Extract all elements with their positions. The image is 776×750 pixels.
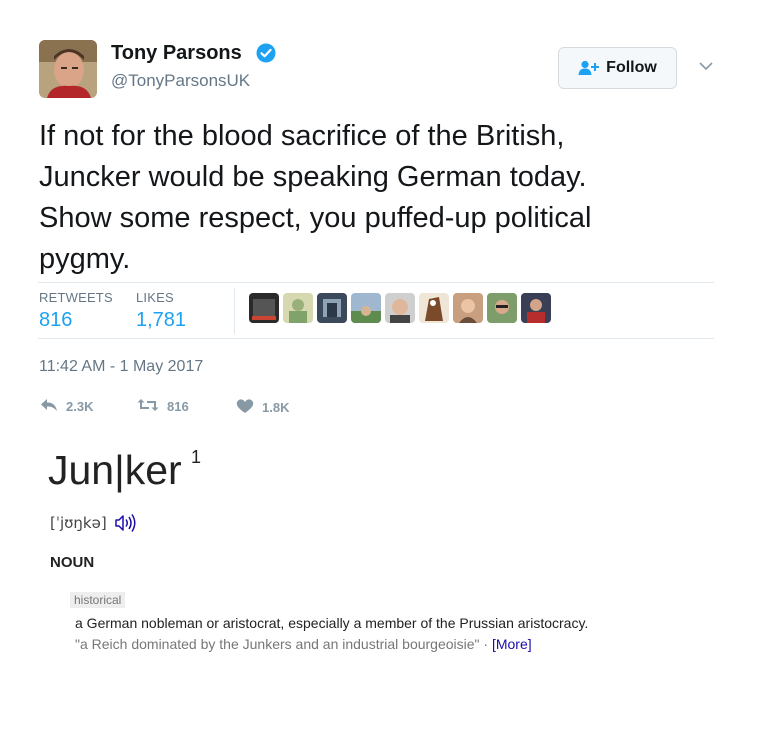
more-link[interactable]: [More] <box>492 636 532 652</box>
reply-count: 2.3K <box>66 399 94 414</box>
chevron-down-icon[interactable] <box>698 59 714 71</box>
part-of-speech: NOUN <box>50 554 95 571</box>
tweet-timestamp[interactable]: 11:42 AM - 1 May 2017 <box>39 358 203 376</box>
verified-badge-icon <box>256 43 276 63</box>
likes-label: LIKES <box>136 290 174 305</box>
retweet-count: 816 <box>167 399 189 414</box>
liker-avatar[interactable] <box>249 293 279 323</box>
stats-separator <box>234 288 235 334</box>
definition-text: a German nobleman or aristocrat, especia… <box>75 615 589 631</box>
liker-avatar[interactable] <box>521 293 551 323</box>
liker-avatar[interactable] <box>487 293 517 323</box>
dictionary-sense-number: 1 <box>191 447 202 467</box>
follow-label: Follow <box>606 59 657 76</box>
retweet-button[interactable]: 816 <box>137 398 189 415</box>
add-user-icon <box>578 60 600 76</box>
like-button[interactable]: 1.8K <box>236 398 289 417</box>
reply-button[interactable]: 2.3K <box>40 398 93 415</box>
liker-avatars <box>249 293 551 323</box>
retweet-icon <box>137 398 159 415</box>
tweet-text: If not for the blood sacrifice of the Br… <box>39 120 592 275</box>
liker-avatar[interactable] <box>419 293 449 323</box>
follow-button[interactable]: Follow <box>558 47 677 89</box>
retweets-label: RETWEETS <box>39 290 113 305</box>
likes-count[interactable]: 1,781 <box>136 309 186 332</box>
liker-avatar[interactable] <box>283 293 313 323</box>
liker-avatar[interactable] <box>351 293 381 323</box>
divider <box>38 338 714 339</box>
heart-icon <box>236 398 254 417</box>
example-text: "a Reich dominated by the Junkers and an… <box>75 636 492 652</box>
liker-avatar[interactable] <box>453 293 483 323</box>
user-handle[interactable]: @TonyParsonsUK <box>111 71 250 91</box>
dictionary-phonetic: [ˈjʊŋkə] <box>50 514 107 532</box>
usage-tag: historical <box>70 592 126 608</box>
like-count: 1.8K <box>262 400 290 415</box>
divider <box>38 282 714 283</box>
example-sentence: "a Reich dominated by the Junkers and an… <box>75 636 532 652</box>
retweets-count[interactable]: 816 <box>39 309 72 332</box>
avatar[interactable] <box>39 40 97 98</box>
liker-avatar[interactable] <box>385 293 415 323</box>
reply-icon <box>40 398 58 415</box>
liker-avatar[interactable] <box>317 293 347 323</box>
user-name[interactable]: Tony Parsons <box>111 42 242 65</box>
speaker-icon[interactable] <box>114 513 138 533</box>
dictionary-headword: Jun|ker <box>48 447 182 493</box>
